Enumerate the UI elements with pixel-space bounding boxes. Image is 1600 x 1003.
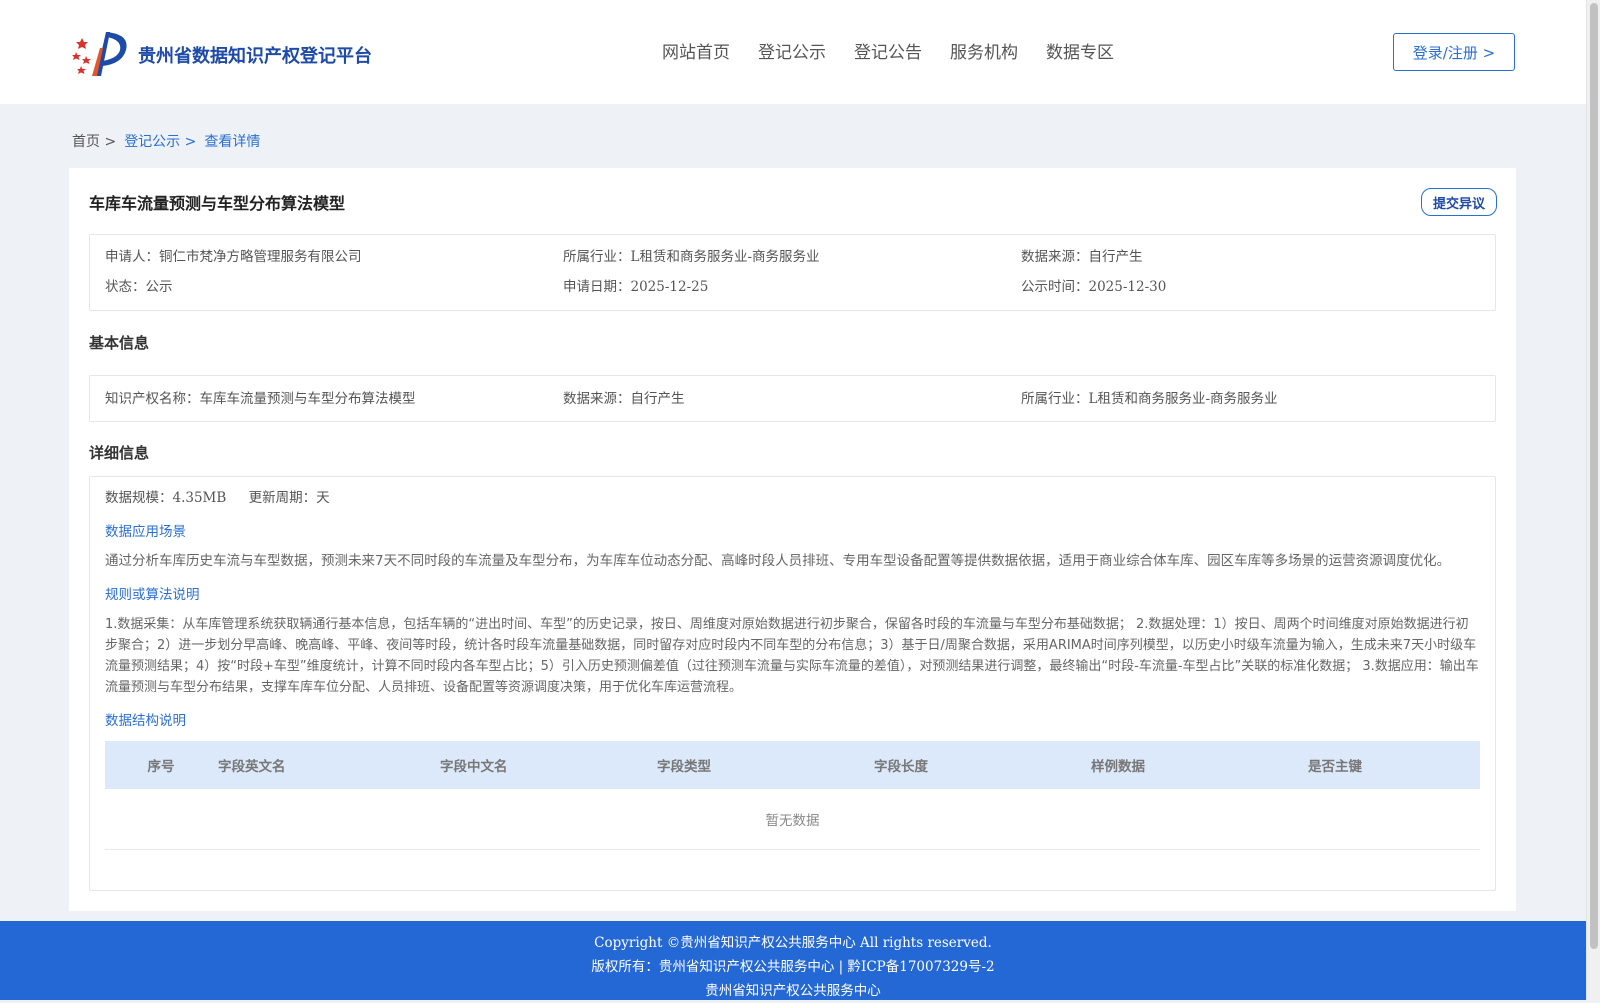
- data-structure-table: 序号 字段英文名 字段中文名 字段类型 字段长度 样例数据 是否主键 暂无数据: [105, 741, 1480, 850]
- industry-label: 所属行业：: [563, 249, 631, 265]
- basic-industry-value: L租赁和商务服务业-商务服务业: [1088, 391, 1278, 407]
- data-scale: 数据规模：4.35MB: [105, 490, 227, 506]
- page-title: 车库车流量预测与车型分布算法模型: [89, 194, 346, 213]
- breadcrumb-registry[interactable]: 登记公示 >: [124, 131, 196, 151]
- col-field-type: 字段类型: [656, 741, 873, 789]
- breadcrumb-home[interactable]: 首页 >: [72, 131, 116, 151]
- scenario-text: 通过分析车库历史车流与车型数据，预测未来7天不同时段的车流量及车型分布，为车库车…: [105, 553, 1451, 569]
- apply-date-label: 申请日期：: [563, 279, 631, 295]
- nav-registry-publicity[interactable]: 登记公示: [758, 38, 826, 63]
- footer-copyright: Copyright ©贵州省知识产权公共服务中心 All rights rese…: [594, 935, 992, 951]
- algorithm-text: 1.数据采集：从车库管理系统获取辆通行基本信息，包括车辆的“进出时间、车型”的历…: [105, 617, 1479, 695]
- apply-date-value: 2025-12-25: [630, 279, 709, 295]
- ip-name-field: 知识产权名称：车库车流量预测与车型分布算法模型: [105, 384, 563, 414]
- status-label: 状态：: [105, 279, 146, 295]
- table-header-row: 序号 字段英文名 字段中文名 字段类型 字段长度 样例数据 是否主键: [105, 741, 1480, 789]
- col-chinese-name: 字段中文名: [439, 741, 656, 789]
- login-register-button[interactable]: 登录/注册 >: [1393, 33, 1515, 71]
- applicant-label: 申请人：: [105, 249, 159, 265]
- structure-heading: 数据结构说明: [105, 713, 186, 729]
- platform-logo-icon: [72, 32, 127, 76]
- publish-date-value: 2025-12-30: [1088, 279, 1167, 295]
- source-value: 自行产生: [1088, 249, 1143, 265]
- update-cycle: 更新周期：天: [248, 490, 330, 506]
- industry-field: 所属行业：L租赁和商务服务业-商务服务业: [563, 242, 1021, 272]
- scenario-heading: 数据应用场景: [105, 524, 186, 540]
- ip-name-label: 知识产权名称：: [105, 391, 200, 407]
- industry-value: L租赁和商务服务业-商务服务业: [630, 249, 820, 265]
- status-field: 状态：公示: [105, 272, 563, 302]
- ip-name-value: 车库车流量预测与车型分布算法模型: [199, 391, 416, 407]
- breadcrumb-current: 查看详情: [204, 134, 261, 150]
- page-scrollbar[interactable]: [1586, 0, 1600, 1000]
- detail-info-heading: 详细信息: [89, 444, 150, 462]
- platform-brand-name[interactable]: 贵州省数据知识产权登记平台: [138, 42, 372, 68]
- nav-data-zone[interactable]: 数据专区: [1046, 38, 1114, 63]
- nav-home[interactable]: 网站首页: [662, 38, 730, 63]
- col-sample-data: 样例数据: [1090, 741, 1307, 789]
- main-nav: 网站首页 登记公示 登记公告 服务机构 数据专区: [662, 38, 1114, 63]
- nav-registry-announcement[interactable]: 登记公告: [854, 38, 922, 63]
- basic-source-value: 自行产生: [630, 391, 685, 407]
- submit-objection-button[interactable]: 提交异议: [1421, 188, 1497, 216]
- nav-service-agencies[interactable]: 服务机构: [950, 38, 1018, 63]
- footer-organization: 贵州省知识产权公共服务中心: [705, 983, 881, 999]
- col-primary-key: 是否主键: [1307, 741, 1480, 789]
- basic-industry-label: 所属行业：: [1021, 391, 1089, 407]
- source-field: 数据来源：自行产生: [1021, 242, 1479, 272]
- applicant-value: 铜仁市梵净方略管理服务有限公司: [159, 249, 362, 265]
- basic-info-heading: 基本信息: [89, 334, 150, 352]
- applicant-field: 申请人：铜仁市梵净方略管理服务有限公司: [105, 242, 563, 272]
- breadcrumb: 首页 > 登记公示 > 查看详情: [72, 131, 260, 151]
- footer: Copyright ©贵州省知识产权公共服务中心 All rights rese…: [0, 921, 1586, 1000]
- table-empty-text: 暂无数据: [105, 789, 1480, 850]
- scrollbar-thumb[interactable]: [1590, 3, 1598, 949]
- algorithm-heading: 规则或算法说明: [105, 587, 200, 603]
- summary-box: 申请人：铜仁市梵净方略管理服务有限公司 所属行业：L租赁和商务服务业-商务服务业…: [89, 234, 1496, 311]
- footer-rights: 版权所有：贵州省知识产权公共服务中心 | 黔ICP备17007329号-2: [591, 959, 995, 975]
- detail-card: 车库车流量预测与车型分布算法模型 提交异议 申请人：铜仁市梵净方略管理服务有限公…: [69, 168, 1516, 911]
- col-index: 序号: [105, 741, 217, 789]
- basic-industry-field: 所属行业：L租赁和商务服务业-商务服务业: [1021, 384, 1479, 414]
- status-value: 公示: [145, 279, 173, 295]
- source-label: 数据来源：: [1021, 249, 1089, 265]
- detail-info-box: 数据规模：4.35MB 更新周期：天 数据应用场景 通过分析车库历史车流与车型数…: [89, 476, 1496, 891]
- publish-date-label: 公示时间：: [1021, 279, 1089, 295]
- col-field-length: 字段长度: [873, 741, 1090, 789]
- top-header: 贵州省数据知识产权登记平台 网站首页 登记公示 登记公告 服务机构 数据专区 登…: [0, 0, 1586, 104]
- basic-source-label: 数据来源：: [563, 391, 631, 407]
- basic-source-field: 数据来源：自行产生: [563, 384, 1021, 414]
- basic-info-box: 知识产权名称：车库车流量预测与车型分布算法模型 数据来源：自行产生 所属行业：L…: [89, 375, 1496, 422]
- detail-meta: 数据规模：4.35MB 更新周期：天: [105, 487, 1480, 509]
- publish-date-field: 公示时间：2025-12-30: [1021, 272, 1479, 302]
- apply-date-field: 申请日期：2025-12-25: [563, 272, 1021, 302]
- col-english-name: 字段英文名: [217, 741, 439, 789]
